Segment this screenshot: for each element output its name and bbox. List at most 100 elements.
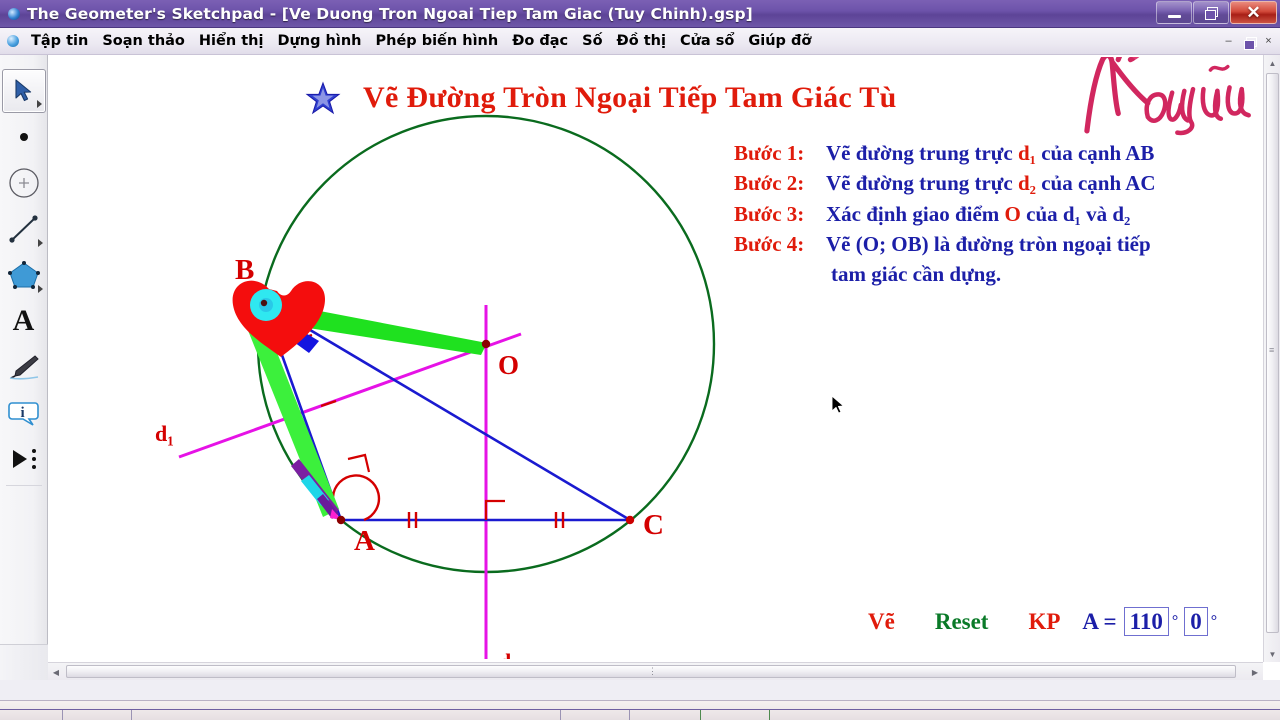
degree-symbol-1: ° [1171,612,1179,630]
text-tool[interactable]: A [2,299,46,343]
window-title: The Geometer's Sketchpad - [Ve Duong Tro… [27,4,753,23]
right-angle-mark-ab [347,453,371,473]
tool-expand-arrow-icon[interactable] [37,239,43,247]
doc-close-button[interactable]: × [1259,31,1278,50]
polygon-tool[interactable] [2,253,46,297]
svg-text:i: i [20,405,24,421]
step-1-key: Bước 1: [734,141,805,165]
vertex-point-o[interactable] [481,339,491,349]
menu-item-giup-do[interactable]: Giúp đỡ [741,31,818,51]
menu-item-do-thi[interactable]: Đồ thị [610,31,673,51]
step-row-1: Bước 1: Vẽ đường trung trực d₁ của cạnh … [734,140,1254,166]
vertex-point-a[interactable] [336,515,346,525]
vertical-scrollbar[interactable]: ▲ ≡ ▼ [1263,55,1280,662]
custom-tool[interactable] [2,437,46,481]
compass-circle-tool[interactable] [2,161,46,205]
arrow-select-tool[interactable] [1,69,46,113]
tool-separator [5,485,42,486]
step-1-highlight: d₁ [1017,141,1036,165]
menu-item-cua-so[interactable]: Cửa sổ [673,31,741,51]
restore-icon [1205,7,1218,20]
restore-button[interactable] [1193,1,1229,24]
horizontal-scroll-grip-icon: ⋮ [648,666,657,676]
document-window: Vẽ Đường Tròn Ngoại Tiếp Tam Giác Tù A B… [48,55,1280,680]
sketchpad-icon [4,4,24,24]
angle-value-input[interactable]: 110 [1123,607,1169,637]
menu-item-tap-tin[interactable]: Tập tin [24,31,95,51]
doc-minimize-button[interactable]: – [1219,31,1238,50]
step-2-highlight: d₂ [1017,171,1036,196]
draw-button[interactable]: Vẽ [868,609,895,635]
doc-restore-button[interactable] [1239,31,1258,50]
tool-expand-arrow-icon[interactable] [36,100,42,108]
horizontal-scrollbar[interactable]: ◀ ⋮ ▶ [48,662,1263,680]
information-tool[interactable]: i [2,391,46,435]
step-2-key: Bước 2: [734,171,805,196]
minimize-icon [1167,14,1181,18]
compass-instrument [232,280,487,520]
degree-symbol-2: ° [1210,612,1218,630]
steps-list: Bước 1: Vẽ đường trung trực d₁ của cạnh … [734,140,1254,287]
menu-item-do-dac[interactable]: Đo đạc [505,31,575,51]
menu-item-hien-thi[interactable]: Hiển thị [192,31,271,51]
compass-pivot-point [260,299,268,307]
step-row-3: Bước 3: Xác định giao điểm O của d₁ và d… [734,201,1254,227]
vertical-scroll-grip-icon: ≡ [1269,345,1275,355]
menu-item-so[interactable]: Số [575,31,609,51]
vertex-point-c[interactable] [625,515,635,525]
menu-item-soan-thao[interactable]: Soạn thảo [95,31,192,51]
segment-icon [8,215,38,243]
taskbar-item-3[interactable] [700,710,770,720]
menu-bar: Tập tin Soạn thảo Hiển thị Dựng hình Phé… [0,28,1280,55]
title-bar: The Geometer's Sketchpad - [Ve Duong Tro… [0,0,1280,28]
scroll-right-arrow-icon[interactable]: ▶ [1247,663,1263,681]
taskbar-item-2[interactable] [560,710,630,720]
document-window-controls: – × [1218,31,1278,50]
tool-palette: A i [0,55,48,680]
mouse-cursor [831,395,845,414]
angle-label: A = [1082,608,1117,634]
second-value-input[interactable]: 0 [1184,607,1208,637]
step-3-highlight: O [1004,201,1021,226]
arrow-cursor-icon [14,79,31,102]
label-c: C [643,509,664,541]
scroll-left-arrow-icon[interactable]: ◀ [48,663,64,681]
step-1-text: Vẽ đường trung trực d₁ của cạnh AB [826,140,1154,166]
label-b: B [235,254,255,286]
right-angle-mark-ac [484,499,505,520]
sketch-canvas[interactable]: Vẽ Đường Tròn Ngoại Tiếp Tam Giác Tù A B… [51,57,1263,659]
label-d2: d₂ [499,649,518,659]
polygon-icon [7,261,40,289]
point-tool[interactable] [2,115,46,159]
window-controls: ✕ [1155,1,1277,25]
label-d1: d₁ [155,421,174,446]
play-triangle-icon [12,449,36,469]
label-o: O [498,350,520,380]
kp-button[interactable]: KP [1028,609,1060,635]
doc-restore-icon [1244,36,1257,50]
step-4-text: Vẽ (O; OB) là đường tròn ngoại tiếp [826,232,1151,257]
scroll-down-arrow-icon[interactable]: ▼ [1264,646,1280,662]
taskbar-divider [0,709,1280,710]
step-3-text: Xác định giao điểm O của d₁ và d₂ [826,201,1130,227]
minimize-button[interactable] [1156,1,1192,24]
menu-item-dung-hinh[interactable]: Dựng hình [270,31,368,51]
step-1-after: của cạnh AB [1035,141,1155,165]
step-1-before: Vẽ đường trung trực [826,141,1018,165]
step-3-key: Bước 3: [734,201,805,226]
close-button[interactable]: ✕ [1230,1,1277,24]
reset-button[interactable]: Reset [935,609,989,635]
menu-item-phep-bien-hinh[interactable]: Phép biến hình [369,31,506,51]
action-row: Vẽ Reset KP A = 110 ° 0 ° [868,607,1223,637]
straightedge-segment-tool[interactable] [2,207,46,251]
step-2-text: Vẽ đường trung trực d₂ của cạnh AC [826,170,1156,196]
pen-icon [9,355,39,380]
tool-expand-arrow-icon[interactable] [37,285,43,293]
info-icon: i [7,402,39,426]
step-3-before: Xác định giao điểm [826,201,1005,226]
label-a: A [354,525,375,557]
scroll-up-arrow-icon[interactable]: ▲ [1264,55,1280,71]
marker-pen-tool[interactable] [2,345,46,389]
taskbar-item-1[interactable] [62,710,132,720]
step-2-before: Vẽ đường trung trực [826,171,1018,196]
